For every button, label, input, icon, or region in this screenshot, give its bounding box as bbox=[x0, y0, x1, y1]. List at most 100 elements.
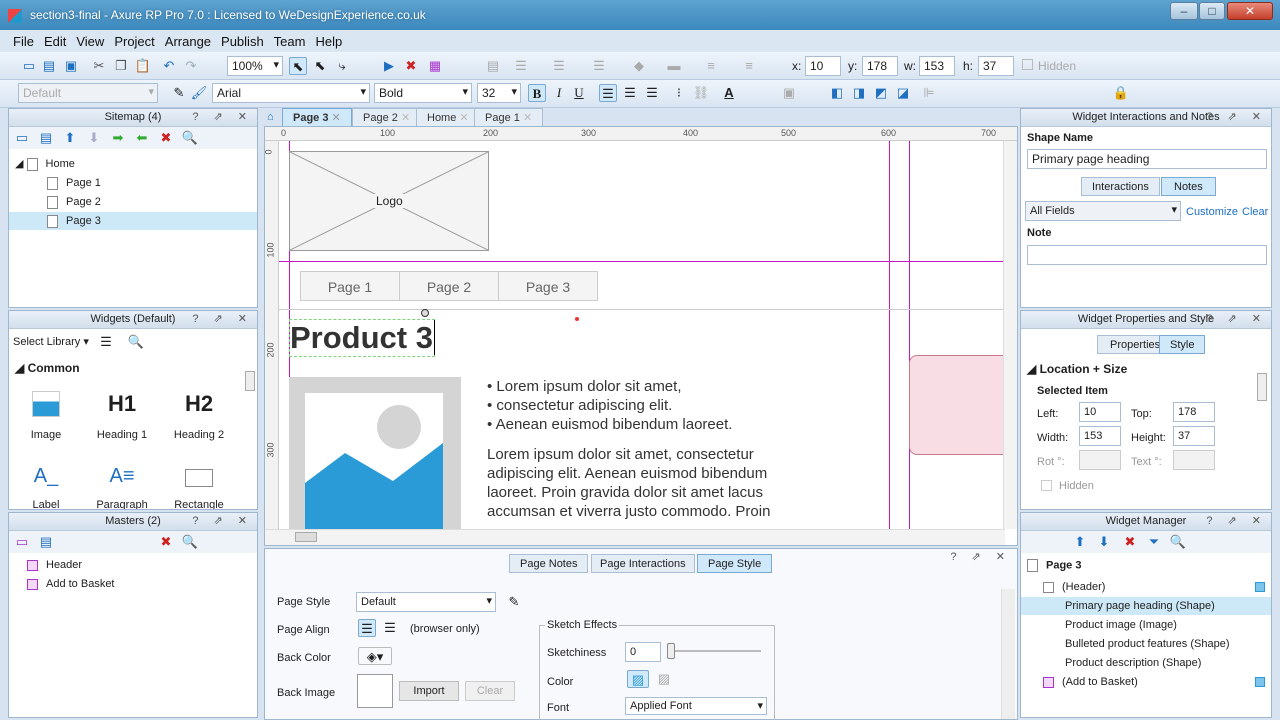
visibility-icon[interactable] bbox=[1255, 677, 1265, 687]
order-icon[interactable]: ☰ bbox=[590, 57, 608, 75]
note-field[interactable] bbox=[1027, 245, 1267, 265]
format-painter-icon[interactable]: ▤ bbox=[484, 57, 502, 75]
wm-move-down-icon[interactable]: ⬇ bbox=[1095, 533, 1113, 551]
logo-placeholder[interactable]: Logo bbox=[289, 151, 489, 251]
select-library-dropdown[interactable]: Select Library ▾ bbox=[13, 335, 89, 348]
tab-home[interactable]: Home ✕ bbox=[416, 108, 480, 127]
tab-page2[interactable]: Page 2 ✕ bbox=[352, 108, 422, 127]
h-field[interactable]: 37 bbox=[978, 56, 1014, 76]
close-button[interactable]: ✕ bbox=[1227, 2, 1273, 20]
w-field[interactable]: 153 bbox=[919, 56, 955, 76]
wm-delete-icon[interactable]: ✖ bbox=[1121, 533, 1139, 551]
tab-style[interactable]: Style bbox=[1159, 335, 1206, 354]
y-field[interactable]: 178 bbox=[862, 56, 898, 76]
bullet-list-icon[interactable]: ⁝ bbox=[670, 84, 688, 102]
align-page-left-icon[interactable]: ☰ bbox=[358, 619, 376, 637]
menu-project[interactable]: Project bbox=[109, 31, 159, 52]
wm-move-up-icon[interactable]: ⬆ bbox=[1071, 533, 1089, 551]
grayscale-image-icon[interactable]: ▨ bbox=[653, 670, 675, 688]
nav-page2[interactable]: Page 2 bbox=[399, 271, 499, 301]
fill-icon[interactable]: ◆ bbox=[630, 57, 648, 75]
master-item-add-to-basket[interactable]: Add to Basket bbox=[27, 578, 115, 590]
product-image[interactable] bbox=[289, 377, 461, 545]
clear-all-link[interactable]: Clear All bbox=[1242, 206, 1270, 218]
width-field[interactable]: 153 bbox=[1079, 426, 1121, 446]
bulleted-features[interactable]: • Lorem ipsum dolor sit amet, • consecte… bbox=[487, 377, 732, 434]
menu-view[interactable]: View bbox=[71, 31, 109, 52]
wm-item-bulleted-features[interactable]: Bulleted product features (Shape) bbox=[1021, 635, 1271, 653]
tab-interactions[interactable]: Interactions bbox=[1081, 177, 1160, 196]
group-icon[interactable]: ▣ bbox=[780, 84, 798, 102]
import-button[interactable]: Import bbox=[399, 681, 459, 701]
paragraph-widget[interactable]: A≡ Paragraph bbox=[87, 465, 157, 509]
sitemap-item-home[interactable]: ◢ Home bbox=[15, 155, 255, 173]
text-rotation-field[interactable] bbox=[1173, 450, 1215, 470]
text-color-icon[interactable]: A bbox=[720, 84, 738, 102]
bold-button[interactable]: B bbox=[528, 84, 546, 102]
add-folder-icon[interactable]: ▤ bbox=[37, 129, 55, 147]
outdent-icon[interactable]: ⬅ bbox=[133, 129, 151, 147]
tab-page-interactions[interactable]: Page Interactions bbox=[591, 554, 695, 573]
shape-name-field[interactable]: Primary page heading bbox=[1027, 149, 1267, 169]
shadow-icon[interactable]: ▬ bbox=[665, 57, 683, 75]
select-cursor-icon[interactable]: ⬉ bbox=[289, 57, 307, 75]
move-up-icon[interactable]: ⬆ bbox=[61, 129, 79, 147]
master-search-icon[interactable]: 🔍 bbox=[181, 533, 199, 551]
undo-icon[interactable]: ↶ bbox=[160, 57, 178, 75]
wm-search-icon[interactable]: 🔍 bbox=[1169, 533, 1187, 551]
widgets-scrollbar[interactable] bbox=[245, 371, 255, 391]
filter-icon[interactable]: ⏷ bbox=[1145, 533, 1163, 551]
left-field[interactable]: 10 bbox=[1079, 402, 1121, 422]
weight-select[interactable]: Bold bbox=[374, 83, 472, 103]
menu-help[interactable]: Help bbox=[310, 31, 347, 52]
add-page-icon[interactable]: ▭ bbox=[13, 129, 31, 147]
page-panel-scrollbar[interactable] bbox=[1001, 589, 1015, 719]
vertical-scrollbar[interactable] bbox=[1003, 141, 1017, 529]
align-page-center-icon[interactable]: ☰ bbox=[381, 619, 399, 637]
tab-page-style[interactable]: Page Style bbox=[697, 554, 773, 573]
copy-icon[interactable]: ❐ bbox=[112, 57, 130, 75]
fields-select[interactable]: All Fields bbox=[1025, 201, 1181, 221]
generate-icon[interactable]: ▦ bbox=[426, 57, 444, 75]
align-right-icon[interactable]: ☰ bbox=[643, 84, 661, 102]
top-field[interactable]: 178 bbox=[1173, 402, 1215, 422]
sitemap-item-page1[interactable]: Page 1 bbox=[9, 174, 257, 192]
tab-page3[interactable]: Page 3 ✕ bbox=[282, 108, 352, 127]
clear-button[interactable]: Clear bbox=[465, 681, 515, 701]
wm-item-add-to-basket[interactable]: (Add to Basket) bbox=[1021, 673, 1271, 691]
send-backward-icon[interactable]: ◪ bbox=[894, 84, 912, 102]
indent-icon[interactable]: ➡ bbox=[109, 129, 127, 147]
menu-file[interactable]: File bbox=[8, 31, 39, 52]
rectangle-widget[interactable]: Rectangle bbox=[164, 465, 234, 509]
hidden-checkbox[interactable] bbox=[1022, 59, 1033, 70]
widget-search-icon[interactable]: 🔍 bbox=[127, 333, 145, 351]
tab-page-notes[interactable]: Page Notes bbox=[509, 554, 589, 573]
maximize-button[interactable]: □ bbox=[1199, 2, 1225, 20]
back-image-preview[interactable] bbox=[357, 674, 393, 708]
heading1-widget[interactable]: H1 Heading 1 bbox=[87, 391, 157, 441]
align-left-obj-icon[interactable]: ⊫ bbox=[920, 84, 938, 102]
add-master-icon[interactable]: ▭ bbox=[13, 533, 31, 551]
wm-page-node[interactable]: Page 3 bbox=[1027, 559, 1081, 572]
height-field[interactable]: 37 bbox=[1173, 426, 1215, 446]
sketchiness-slider[interactable] bbox=[667, 643, 761, 659]
location-size-section[interactable]: ◢ Location + Size bbox=[1027, 362, 1127, 376]
link-icon[interactable]: ⛓ bbox=[692, 84, 710, 102]
visibility-icon[interactable] bbox=[1255, 582, 1265, 592]
menu-icon[interactable]: ☰ bbox=[97, 333, 115, 351]
wm-item-product-image[interactable]: Product image (Image) bbox=[1021, 616, 1271, 634]
lock-icon[interactable]: 🔒 bbox=[1112, 84, 1130, 102]
minimize-button[interactable]: – bbox=[1170, 2, 1198, 20]
heading2-widget[interactable]: H2 Heading 2 bbox=[164, 391, 234, 441]
cut-icon[interactable]: ✂ bbox=[90, 57, 108, 75]
menu-publish[interactable]: Publish bbox=[216, 31, 269, 52]
zoom-select[interactable]: 100% bbox=[227, 56, 283, 76]
tab-page1[interactable]: Page 1 ✕ bbox=[474, 108, 544, 127]
hidden-prop-checkbox[interactable] bbox=[1041, 480, 1052, 491]
menu-team[interactable]: Team bbox=[269, 31, 311, 52]
sketch-font-select[interactable]: Applied Font bbox=[625, 697, 767, 715]
line-icon[interactable]: ≡ bbox=[702, 57, 720, 75]
menu-arrange[interactable]: Arrange bbox=[160, 31, 216, 52]
align-left-icon[interactable]: ☰ bbox=[599, 84, 617, 102]
delete-page-icon[interactable]: ✖ bbox=[157, 129, 175, 147]
